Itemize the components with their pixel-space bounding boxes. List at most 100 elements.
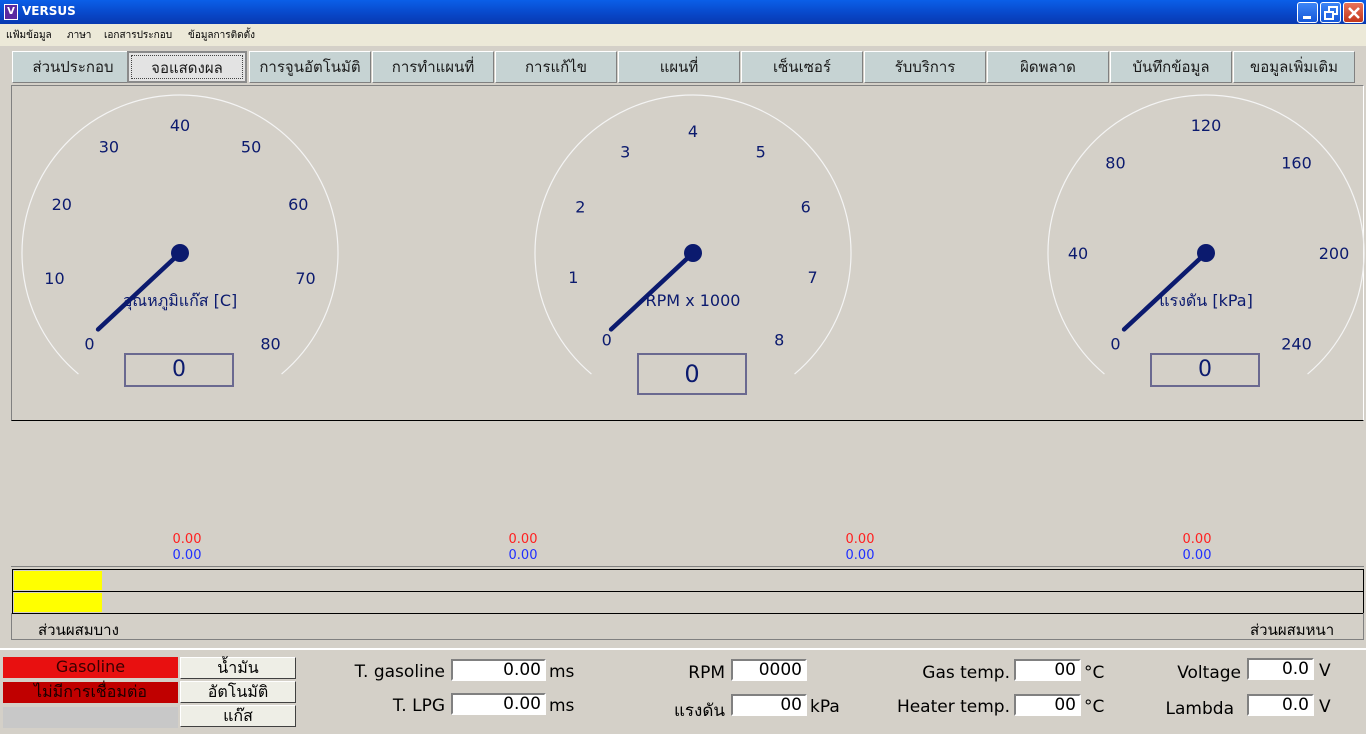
t-gasoline-label: T. gasoline [354, 662, 445, 682]
window-title: VERSUS [22, 4, 76, 18]
gauge-tick-label: 30 [99, 138, 119, 157]
mixture-scale [11, 613, 1364, 640]
gauge-tick-label: 240 [1281, 335, 1312, 354]
tab-service[interactable]: รับบริการ [864, 51, 986, 83]
status-area: Gasoline ไม่มีการเชื่อมต่อ น้ำมัน อัตโนม… [0, 648, 1366, 734]
gauge-tick-label: 80 [1105, 153, 1125, 172]
t-lpg-field: 0.00 [451, 693, 546, 715]
gauge-label-temperature: อุณหภูมิแก๊ส [C] [123, 291, 238, 311]
tab-autotune[interactable]: การจูนอัตโนมัติ [249, 51, 371, 83]
gauge-tick-label: 8 [774, 330, 784, 349]
restore-icon [1324, 6, 1338, 20]
gauge-tick-label: 60 [288, 195, 308, 214]
gas-temp-field: 00 [1014, 659, 1081, 681]
gauge-value-pressure: 0 [1150, 353, 1260, 387]
menu-installation-info[interactable]: ข้อมูลการติดตั้ง [188, 28, 255, 43]
readout-blue-2: 0.00 [508, 548, 538, 563]
gauge-tick-label: 160 [1281, 153, 1312, 172]
tab-components[interactable]: ส่วนประกอบ [12, 51, 134, 83]
readout-blue-4: 0.00 [1182, 548, 1212, 563]
connection-status: ไม่มีการเชื่อมต่อ [3, 682, 178, 703]
gauge-tick-label: 2 [575, 197, 585, 216]
gauge-tick-label: 1 [568, 268, 578, 287]
voltage-label: Voltage [1177, 663, 1241, 683]
heater-temp-field: 00 [1014, 694, 1081, 716]
tab-edit[interactable]: การแก้ไข [495, 51, 617, 83]
t-gasoline-field: 0.00 [451, 659, 546, 681]
tab-display[interactable]: จอแสดงผล [127, 51, 247, 83]
auto-button[interactable]: อัตโนมัติ [180, 681, 296, 703]
close-button[interactable] [1343, 2, 1364, 23]
petrol-button[interactable]: น้ำมัน [180, 657, 296, 679]
gauge-tick-label: 70 [295, 269, 315, 288]
fuel-status: Gasoline [3, 657, 178, 678]
tab-strip: ส่วนประกอบ จอแสดงผล การจูนอัตโนมัติ การท… [0, 46, 1366, 86]
readout-red-4: 0.00 [1182, 532, 1212, 547]
tab-map[interactable]: แผนที่ [618, 51, 740, 83]
tab-mapping[interactable]: การทำแผนที่ [372, 51, 494, 83]
gauge-panel: 0 10 20 30 40 50 60 70 80 อุณหภูมิแก๊ส [C] 0 1 2 3 4 5 6… [11, 85, 1365, 421]
gauge-tick-label: 0 [602, 330, 612, 349]
menu-file[interactable]: แฟ้มข้อมูล [6, 28, 52, 43]
readout-red-1: 0.00 [172, 532, 202, 547]
restore-button[interactable] [1320, 2, 1341, 23]
t-gasoline-unit: ms [549, 662, 575, 682]
gauge-tick-label: 80 [260, 335, 280, 354]
tab-sensors[interactable]: เซ็นเซอร์ [741, 51, 863, 83]
voltage-unit: V [1319, 661, 1331, 681]
gauge-value-rpm: 0 [637, 353, 747, 395]
menu-bar: แฟ้มข้อมูล ภาษา เอกสารประกอบ ข้อมูลการติ… [0, 24, 1366, 46]
pressure-label: แรงดัน [673, 701, 725, 721]
rpm-label: RPM [688, 663, 725, 683]
lambda-label: Lambda [1165, 699, 1234, 719]
gauge-tick-label: 40 [1068, 244, 1088, 263]
gas-temp-unit: °C [1084, 663, 1105, 683]
t-lpg-label: T. LPG [392, 696, 445, 716]
gauge-value-temperature: 0 [124, 353, 234, 387]
gauge-hub-rpm [684, 244, 702, 262]
t-lpg-unit: ms [549, 696, 575, 716]
gauge-tick-label: 20 [52, 195, 72, 214]
gauge-arc-pressure [1047, 94, 1365, 375]
gauge-tick-label: 7 [808, 268, 818, 287]
minimize-icon [1303, 16, 1311, 19]
pressure-unit: kPa [810, 697, 840, 717]
gas-button[interactable]: แก๊ส [180, 705, 296, 727]
gauge-tick-label: 120 [1191, 116, 1222, 135]
rpm-field: 0000 [731, 659, 807, 681]
title-bar[interactable]: V VERSUS [0, 0, 1366, 24]
heater-temp-label: Heater temp. [896, 697, 1010, 717]
tab-more-info[interactable]: ขอมูลเพิ่มเติม [1233, 51, 1355, 83]
readout-red-3: 0.00 [845, 532, 875, 547]
heater-temp-unit: °C [1084, 697, 1105, 717]
voltage-field: 0.0 [1247, 658, 1314, 680]
tab-data-log[interactable]: บันทึกข้อมูล [1110, 51, 1232, 83]
readout-blue-1: 0.00 [172, 548, 202, 563]
menu-documents[interactable]: เอกสารประกอบ [104, 28, 172, 43]
mixture-rich-label: ส่วนผสมหนา [1250, 621, 1335, 639]
readout-red-2: 0.00 [508, 532, 538, 547]
graph-panel: 0.00 0.00 0.00 0.00 0.00 0.00 0.00 0.00 [11, 421, 1364, 567]
gauge-tick-label: 10 [44, 269, 64, 288]
minimize-button[interactable] [1297, 2, 1318, 23]
gauge-tick-label: 0 [84, 335, 94, 354]
lambda-field: 0.0 [1247, 694, 1314, 716]
mixture-bar-1 [12, 569, 1364, 592]
close-icon [1348, 7, 1360, 19]
gauge-tick-label: 200 [1319, 244, 1350, 263]
app-logo-icon: V [4, 4, 18, 20]
gas-temp-label: Gas temp. [922, 663, 1010, 683]
status-blank [3, 707, 178, 728]
readout-blue-3: 0.00 [845, 548, 875, 563]
gauge-tick-label: 3 [620, 143, 630, 162]
gauge-tick-label: 40 [170, 116, 190, 135]
tab-errors[interactable]: ผิดพลาด [987, 51, 1109, 83]
gauge-label-pressure: แรงดัน [kPa] [1159, 291, 1253, 310]
gauge-tick-label: 50 [241, 138, 261, 157]
pressure-field: 00 [731, 694, 807, 716]
mixture-bar-2 [12, 591, 1364, 614]
mixture-bar-1-fill [14, 571, 102, 590]
gauge-label-rpm: RPM x 1000 [646, 291, 741, 310]
menu-language[interactable]: ภาษา [67, 28, 91, 43]
mixture-bar-2-fill [14, 593, 102, 612]
